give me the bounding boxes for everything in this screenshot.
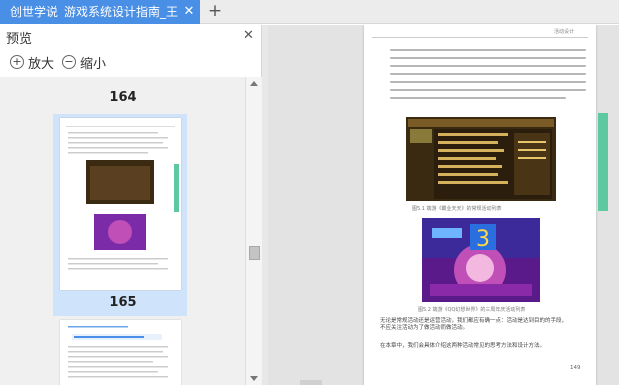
thumbnail-page-content xyxy=(68,326,168,378)
scroll-down-icon[interactable] xyxy=(250,376,258,381)
text-line xyxy=(390,81,586,83)
preview-sidebar: 预览 ✕ + 放大 − 缩小 164 165 xyxy=(0,25,262,385)
svg-text:3: 3 xyxy=(476,227,490,252)
text-line xyxy=(390,97,566,99)
thumbnail-page-content xyxy=(66,126,179,270)
page-number: 149 xyxy=(570,365,581,371)
document-view: 活动设计 图5.1 端游《霸业天天》的常规活动列表 3 图5.2 端游《QQ幻想… xyxy=(268,25,619,385)
page-header-text: 活动设计 xyxy=(554,29,575,35)
text-line xyxy=(390,49,586,51)
thumbnail-page-166[interactable] xyxy=(60,320,181,385)
sidebar-header: 预览 ✕ xyxy=(0,25,262,47)
page-number-164[interactable]: 164 xyxy=(0,90,246,105)
sidebar-scrollbar[interactable] xyxy=(245,77,262,385)
thumbnail-page-165[interactable] xyxy=(60,118,181,290)
zoom-out-button[interactable]: − 缩小 xyxy=(62,53,107,72)
text-line xyxy=(390,57,586,59)
section-marker-tab xyxy=(598,113,608,211)
sidebar-title: 预览 xyxy=(6,32,33,47)
page-header-rule xyxy=(372,37,588,38)
figure-activity-list xyxy=(406,117,556,201)
document-page: 活动设计 图5.1 端游《霸业天天》的常规活动列表 3 图5.2 端游《QQ幻想… xyxy=(364,25,596,385)
plus-icon[interactable]: + xyxy=(206,2,224,20)
zoom-in-button[interactable]: + 放大 xyxy=(10,53,55,72)
paragraph: 在本章中，我们会具体介绍这两种活动常见的思考方法和设计方法。 xyxy=(380,343,546,349)
tab-title: 游戏系统设计指南_王 xyxy=(64,5,179,19)
figure1-caption: 图5.1 端游《霸业天天》的常规活动列表 xyxy=(412,206,502,212)
thumbnail-list: 164 165 xyxy=(0,77,246,385)
scroll-thumb[interactable] xyxy=(249,246,260,260)
paragraph-line: 无论是常规活动还是运营活动，我们都应有确一点：活动是达到目的的手段， xyxy=(380,318,568,324)
zoom-out-label: 缩小 xyxy=(80,56,107,72)
paragraph: 无论是常规活动还是运营活动，我们都应有确一点：活动是达到目的的手段， 不应关注活… xyxy=(380,318,590,332)
zoom-in-label: 放大 xyxy=(28,56,55,72)
tab-bar: 创世学说 游戏系统设计指南_王 ✕ + xyxy=(0,0,619,24)
page-edge-marker xyxy=(300,380,322,385)
zoom-in-icon: + xyxy=(10,55,24,69)
text-line xyxy=(390,73,586,75)
figure-anniversary-poster: 3 xyxy=(422,218,540,302)
close-icon[interactable]: ✕ xyxy=(181,4,197,20)
zoom-controls: + 放大 − 缩小 xyxy=(0,50,262,74)
zoom-out-icon: − xyxy=(62,55,76,69)
close-icon[interactable]: ✕ xyxy=(243,28,254,43)
scroll-up-icon[interactable] xyxy=(250,81,258,86)
paragraph-line: 不应关注活动为了做活动而做活动。 xyxy=(380,325,469,331)
text-line xyxy=(390,65,586,67)
figure2-caption: 图5.2 端游《QQ幻想世界》的三周年庆活动列表 xyxy=(418,307,526,313)
tab-document[interactable]: 游戏系统设计指南_王 xyxy=(60,0,200,24)
page-number-165[interactable]: 165 xyxy=(0,295,246,310)
app-name[interactable]: 创世学说 xyxy=(0,0,65,24)
text-line xyxy=(390,89,586,91)
